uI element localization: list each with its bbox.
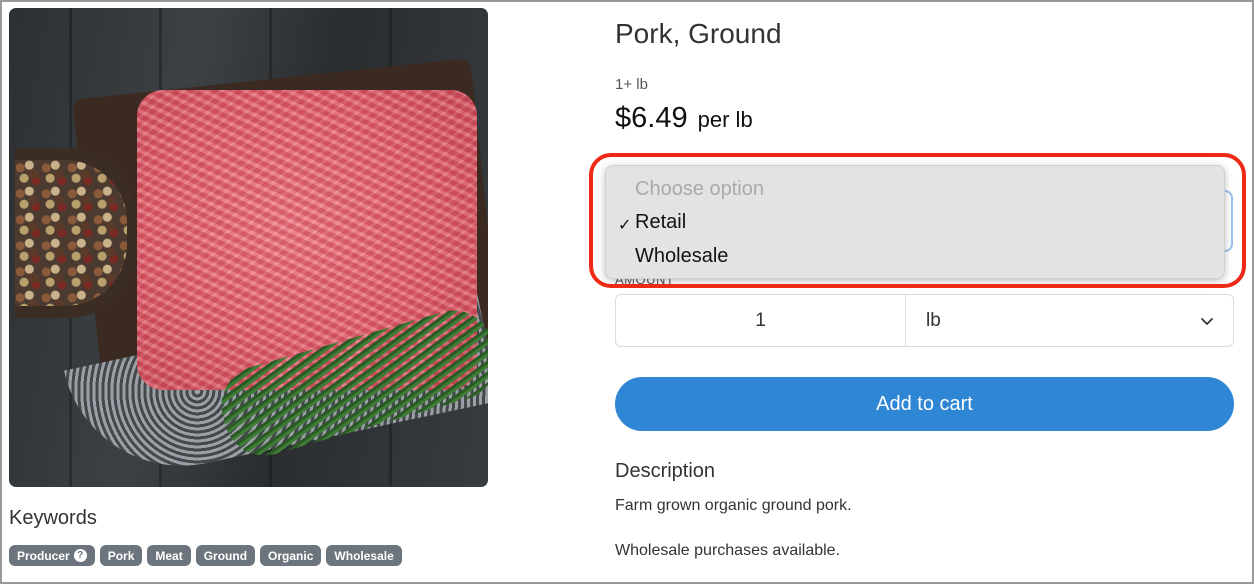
- tag-ground[interactable]: Ground: [195, 545, 256, 566]
- help-icon[interactable]: ?: [73, 549, 87, 562]
- price: $6.49 per lb: [615, 102, 753, 135]
- page-frame: Keywords Producer ? Pork Meat Ground Org…: [0, 0, 1254, 584]
- highlight-annotation: [589, 153, 1246, 288]
- tag-label: Producer: [17, 548, 70, 563]
- product-title: Pork, Ground: [615, 18, 782, 49]
- amount-input[interactable]: 1: [616, 295, 906, 346]
- price-unit: per lb: [697, 107, 753, 132]
- tag-producer[interactable]: Producer ?: [9, 545, 95, 566]
- tag-wholesale[interactable]: Wholesale: [326, 545, 402, 566]
- amount-group: 1 lb: [615, 294, 1234, 347]
- tag-meat[interactable]: Meat: [147, 545, 191, 566]
- unit-select-value: lb: [926, 309, 941, 331]
- unit-select[interactable]: lb: [906, 295, 1233, 346]
- tag-pork[interactable]: Pork: [99, 545, 143, 566]
- chevron-down-icon: [1201, 317, 1213, 325]
- add-to-cart-button[interactable]: Add to cart: [615, 377, 1234, 431]
- product-image: [9, 8, 488, 487]
- tag-organic[interactable]: Organic: [260, 545, 322, 566]
- keyword-tags: Producer ? Pork Meat Ground Organic Whol…: [9, 545, 402, 566]
- description-line-1: Farm grown organic ground pork.: [615, 497, 852, 514]
- description-heading: Description: [615, 460, 716, 482]
- quantity-note: 1+ lb: [615, 76, 648, 93]
- price-value: $6.49: [615, 102, 688, 134]
- description-line-2: Wholesale purchases available.: [615, 542, 841, 559]
- keywords-heading: Keywords: [9, 507, 97, 529]
